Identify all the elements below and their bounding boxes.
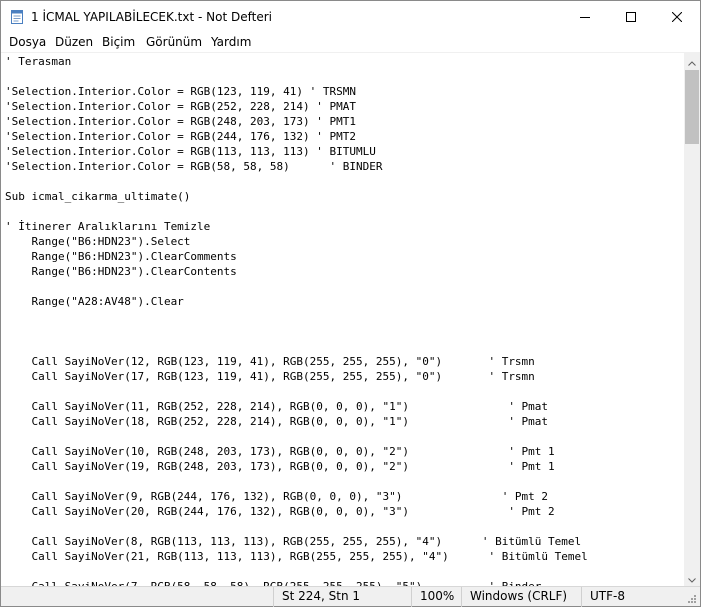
zoom-level: 100% xyxy=(411,587,461,607)
text-editor[interactable]: ' Terasman 'Selection.Interior.Color = RG… xyxy=(1,52,684,586)
close-button[interactable] xyxy=(654,1,700,32)
text-line: Sub icmal_cikarma_ultimate() xyxy=(5,190,191,203)
chevron-up-icon xyxy=(688,51,696,70)
menu-duzen[interactable]: Düzen xyxy=(55,34,93,50)
text-line: Call SayiNoVer(19, RGB(248, 203, 173), R… xyxy=(5,460,555,473)
text-line xyxy=(5,309,588,324)
text-line: ' Terasman xyxy=(5,55,72,68)
text-line xyxy=(5,519,588,534)
cursor-position: St 224, Stn 1 xyxy=(273,587,411,607)
text-line xyxy=(5,324,588,339)
text-line: Call SayiNoVer(21, RGB(113, 113, 113), R… xyxy=(5,550,588,563)
text-line xyxy=(5,564,588,579)
text-line: 'Selection.Interior.Color = RGB(58, 58, … xyxy=(5,160,383,173)
text-line xyxy=(5,339,588,354)
scroll-up-button[interactable] xyxy=(684,52,700,69)
menu-bicim[interactable]: Biçim xyxy=(102,34,135,50)
menu-gorunum[interactable]: Görünüm xyxy=(146,34,202,50)
text-line: Call SayiNoVer(8, RGB(113, 113, 113), RG… xyxy=(5,535,582,548)
resize-grip-icon[interactable] xyxy=(685,591,697,603)
menu-yardim[interactable]: Yardım xyxy=(211,34,251,50)
text-line xyxy=(5,429,588,444)
text-line: 'Selection.Interior.Color = RGB(123, 119… xyxy=(5,85,356,98)
line-ending: Windows (CRLF) xyxy=(461,587,581,607)
chevron-down-icon xyxy=(688,568,696,587)
minimize-icon xyxy=(580,7,590,26)
text-line: Call SayiNoVer(10, RGB(248, 203, 173), R… xyxy=(5,445,555,458)
scroll-thumb[interactable] xyxy=(685,70,699,144)
text-line xyxy=(5,474,588,489)
window-title: 1 İCMAL YAPILABİLECEK.txt - Not Defteri xyxy=(31,10,272,24)
text-line xyxy=(5,204,588,219)
editor-text: ' Terasman 'Selection.Interior.Color = RG… xyxy=(5,54,588,586)
vertical-scrollbar[interactable] xyxy=(684,52,700,586)
scroll-down-button[interactable] xyxy=(684,569,700,586)
text-line: Call SayiNoVer(11, RGB(252, 228, 214), R… xyxy=(5,400,549,413)
text-line xyxy=(5,384,588,399)
text-line: Call SayiNoVer(9, RGB(244, 176, 132), RG… xyxy=(5,490,549,503)
text-line: Range("B6:HDN23").ClearComments xyxy=(5,250,237,263)
text-line: Range("B6:HDN23").ClearContents xyxy=(5,265,237,278)
notepad-icon xyxy=(9,9,25,25)
text-line: Range("A28:AV48").Clear xyxy=(5,295,184,308)
text-line: Call SayiNoVer(17, RGB(123, 119, 41), RG… xyxy=(5,370,535,383)
text-line: ' İtinerer Aralıklarını Temizle xyxy=(5,220,211,233)
text-line: Call SayiNoVer(12, RGB(123, 119, 41), RG… xyxy=(5,355,535,368)
text-line xyxy=(5,279,588,294)
maximize-button[interactable] xyxy=(608,1,654,32)
status-bar: St 224, Stn 1 100% Windows (CRLF) UTF-8 xyxy=(1,586,700,607)
text-line xyxy=(5,174,588,189)
text-line: Range("B6:HDN23").Select xyxy=(5,235,191,248)
text-line xyxy=(5,69,588,84)
text-line: Call SayiNoVer(20, RGB(244, 176, 132), R… xyxy=(5,505,555,518)
close-icon xyxy=(671,7,683,26)
encoding: UTF-8 xyxy=(581,587,681,607)
menu-bar: Dosya Düzen Biçim Görünüm Yardım xyxy=(1,32,700,52)
notepad-window: 1 İCMAL YAPILABİLECEK.txt - Not Defteri … xyxy=(0,0,701,607)
text-line: Call SayiNoVer(18, RGB(252, 228, 214), R… xyxy=(5,415,549,428)
text-line: Call SayiNoVer(7, RGB(58, 58, 58), RGB(2… xyxy=(5,579,588,586)
text-line: 'Selection.Interior.Color = RGB(248, 203… xyxy=(5,115,356,128)
text-line: 'Selection.Interior.Color = RGB(252, 228… xyxy=(5,100,356,113)
text-line: 'Selection.Interior.Color = RGB(244, 176… xyxy=(5,130,356,143)
minimize-button[interactable] xyxy=(562,1,608,32)
menu-dosya[interactable]: Dosya xyxy=(9,34,46,50)
title-bar[interactable]: 1 İCMAL YAPILABİLECEK.txt - Not Defteri xyxy=(1,1,700,32)
text-line: 'Selection.Interior.Color = RGB(113, 113… xyxy=(5,145,376,158)
maximize-icon xyxy=(626,7,636,26)
